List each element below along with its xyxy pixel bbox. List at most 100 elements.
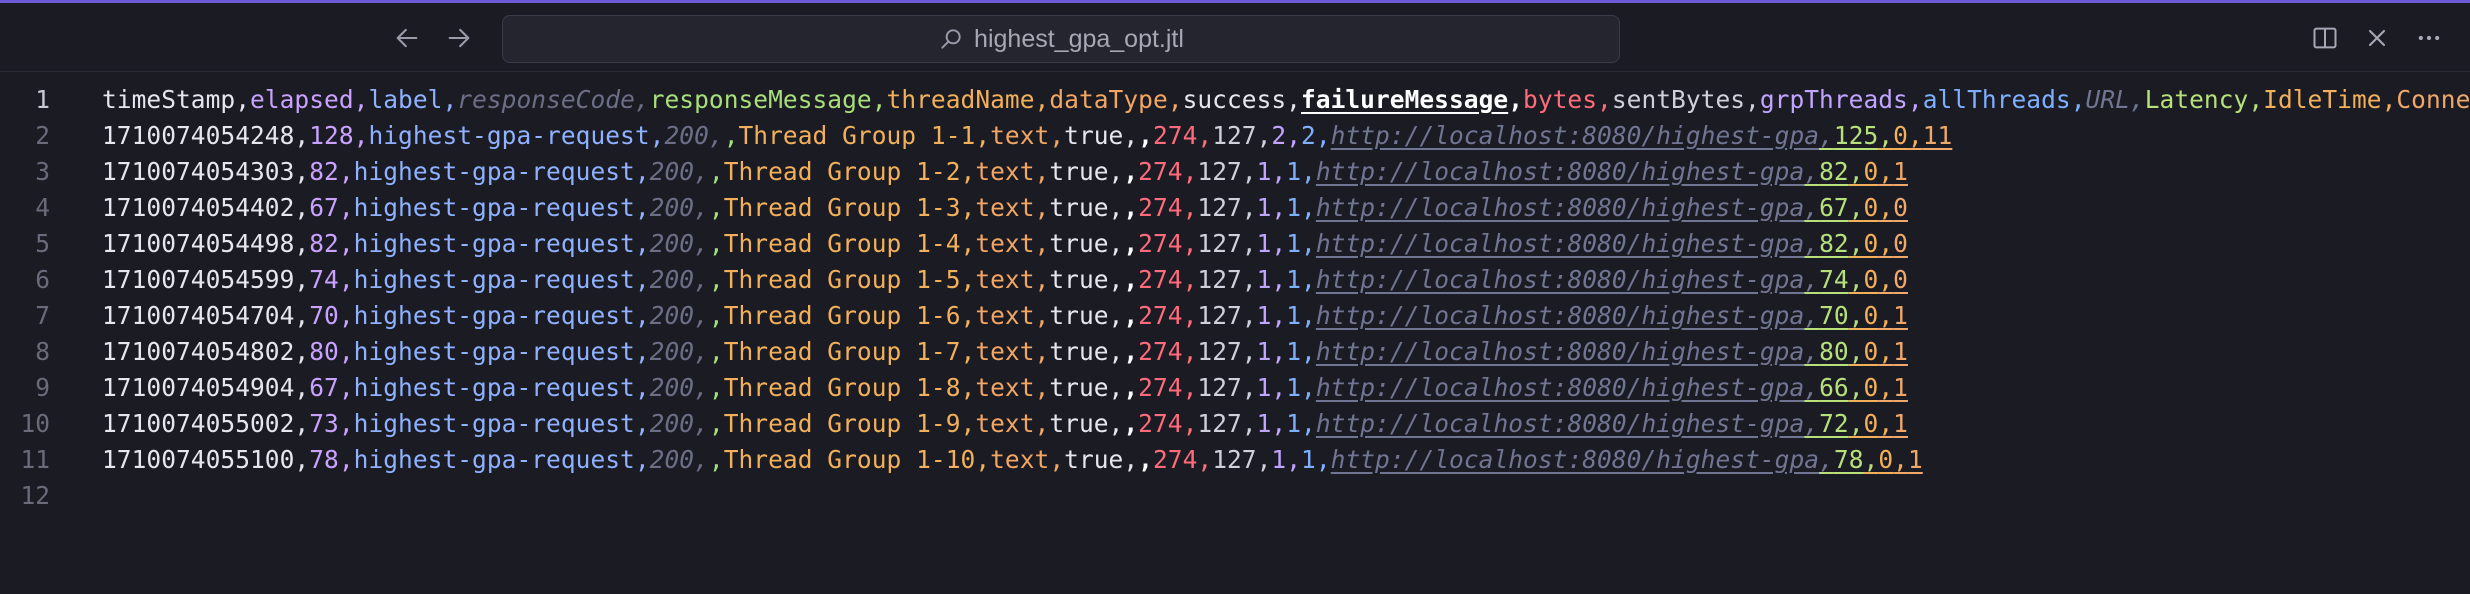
csv-field: true: [1049, 229, 1109, 258]
line-number: 3: [35, 157, 50, 186]
csv-field: 200: [649, 337, 695, 366]
csv-field: 0: [1863, 373, 1879, 402]
csv-field: http://localhost:8080/highest-gpa: [1330, 121, 1820, 150]
csv-field: 78: [1833, 445, 1864, 474]
csv-field: 1: [1271, 445, 1287, 474]
forward-button[interactable]: [442, 21, 476, 55]
arrow-left-icon: [396, 28, 418, 48]
back-button[interactable]: [390, 21, 424, 55]
csv-field: 1710074055100: [102, 445, 295, 474]
arrow-right-icon: [448, 28, 470, 48]
csv-field: 1: [1256, 193, 1272, 222]
csv-field: true: [1049, 157, 1109, 186]
csv-field: text: [990, 121, 1050, 150]
csv-field: http://localhost:8080/highest-gpa: [1315, 229, 1805, 258]
csv-header-field: URL: [2085, 85, 2130, 114]
csv-field: 70: [309, 301, 339, 330]
csv-field: 274: [1138, 157, 1183, 186]
line-number: 7: [35, 301, 50, 330]
csv-field: 127: [1212, 121, 1257, 150]
csv-field: 200: [649, 373, 695, 402]
csv-header-field: responseCode: [457, 85, 635, 114]
csv-header-field: IdleTime: [2263, 85, 2382, 114]
csv-field: 127: [1197, 193, 1242, 222]
csv-field: text: [975, 373, 1035, 402]
line-number: 4: [35, 193, 50, 222]
csv-field: 200: [649, 229, 695, 258]
csv-field: highest-gpa-request: [353, 373, 635, 402]
csv-field: 1: [1893, 373, 1908, 402]
csv-field: http://localhost:8080/highest-gpa: [1315, 301, 1805, 330]
csv-field: 1: [1286, 193, 1302, 222]
csv-field: 72: [1819, 409, 1849, 438]
csv-field: 0: [1863, 229, 1879, 258]
csv-field: 127: [1197, 337, 1242, 366]
csv-header-field: responseMessage: [649, 85, 872, 114]
csv-field: http://localhost:8080/highest-gpa: [1315, 337, 1805, 366]
csv-field: 200: [649, 157, 695, 186]
csv-field: true: [1064, 445, 1124, 474]
csv-field: http://localhost:8080/highest-gpa: [1315, 373, 1805, 402]
csv-field: http://localhost:8080/highest-gpa: [1330, 445, 1820, 474]
csv-field: 1710074054248: [102, 121, 295, 150]
csv-field: Thread Group 1-7: [723, 337, 961, 366]
csv-field: Thread Group 1-5: [723, 265, 961, 294]
csv-field: 274: [1138, 229, 1183, 258]
csv-field: 274: [1152, 445, 1198, 474]
csv-field: 128: [309, 121, 354, 150]
csv-field: 1: [1256, 301, 1272, 330]
csv-field: 0: [1893, 265, 1908, 294]
csv-field: Thread Group 1-9: [723, 409, 961, 438]
csv-field: 200: [649, 445, 695, 474]
more-actions-button[interactable]: [2412, 21, 2446, 55]
csv-field: 1710074054303: [102, 157, 295, 186]
csv-field: Thread Group 1-2: [723, 157, 961, 186]
csv-field: highest-gpa-request: [353, 193, 635, 222]
csv-field: 82: [1819, 229, 1849, 258]
csv-field: 1710074054802: [102, 337, 295, 366]
line-content: timeStamp,elapsed,label,responseCode,res…: [102, 82, 2470, 118]
csv-field: 0: [1878, 445, 1894, 474]
csv-field: 2: [1271, 121, 1287, 150]
csv-field: highest-gpa-request: [353, 229, 635, 258]
csv-field: 125: [1833, 121, 1879, 150]
csv-field: Thread Group 1-4: [723, 229, 961, 258]
csv-field: 274: [1138, 193, 1183, 222]
close-editor-button[interactable]: [2360, 21, 2394, 55]
line-content: 1710074054904,67,highest-gpa-request,200…: [102, 373, 1908, 402]
csv-header-field: success: [1182, 85, 1287, 114]
csv-field: 127: [1197, 409, 1242, 438]
csv-field: http://localhost:8080/highest-gpa: [1315, 409, 1805, 438]
code-editor[interactable]: 1 timeStamp,elapsed,label,responseCode,re…: [0, 72, 2470, 594]
csv-header-field: dataType: [1049, 85, 1168, 114]
csv-field: true: [1049, 373, 1109, 402]
csv-header-field: Connect: [2396, 85, 2470, 114]
split-editor-button[interactable]: [2308, 21, 2342, 55]
csv-header-field: allThreads: [1922, 85, 2071, 114]
csv-field: 67: [1819, 193, 1849, 222]
csv-field: 0: [1893, 121, 1908, 150]
line-content: 1710074054704,70,highest-gpa-request,200…: [102, 301, 1908, 330]
csv-field: 200: [649, 301, 695, 330]
csv-field: 1: [1286, 337, 1302, 366]
csv-field: 67: [309, 193, 339, 222]
csv-field: 0: [1863, 337, 1879, 366]
line-number: 11: [20, 445, 50, 474]
csv-field: 74: [309, 265, 339, 294]
csv-field: text: [975, 409, 1035, 438]
line-content: 1710074054402,67,highest-gpa-request,200…: [102, 193, 1908, 222]
csv-field: true: [1049, 409, 1109, 438]
csv-field: 66: [1819, 373, 1849, 402]
command-center-search[interactable]: highest_gpa_opt.jtl: [502, 15, 1620, 63]
csv-field: 274: [1138, 301, 1183, 330]
csv-field: 274: [1138, 373, 1183, 402]
csv-field: 1: [1286, 229, 1302, 258]
csv-field: 2: [1301, 121, 1316, 150]
csv-field: 1: [1907, 445, 1923, 474]
line-number: 8: [35, 337, 50, 366]
csv-field: 1710074054904: [102, 373, 295, 402]
csv-field: 67: [309, 373, 339, 402]
csv-field: 82: [309, 229, 339, 258]
csv-field: 0: [1863, 193, 1879, 222]
csv-field: 1710074054599: [102, 265, 295, 294]
